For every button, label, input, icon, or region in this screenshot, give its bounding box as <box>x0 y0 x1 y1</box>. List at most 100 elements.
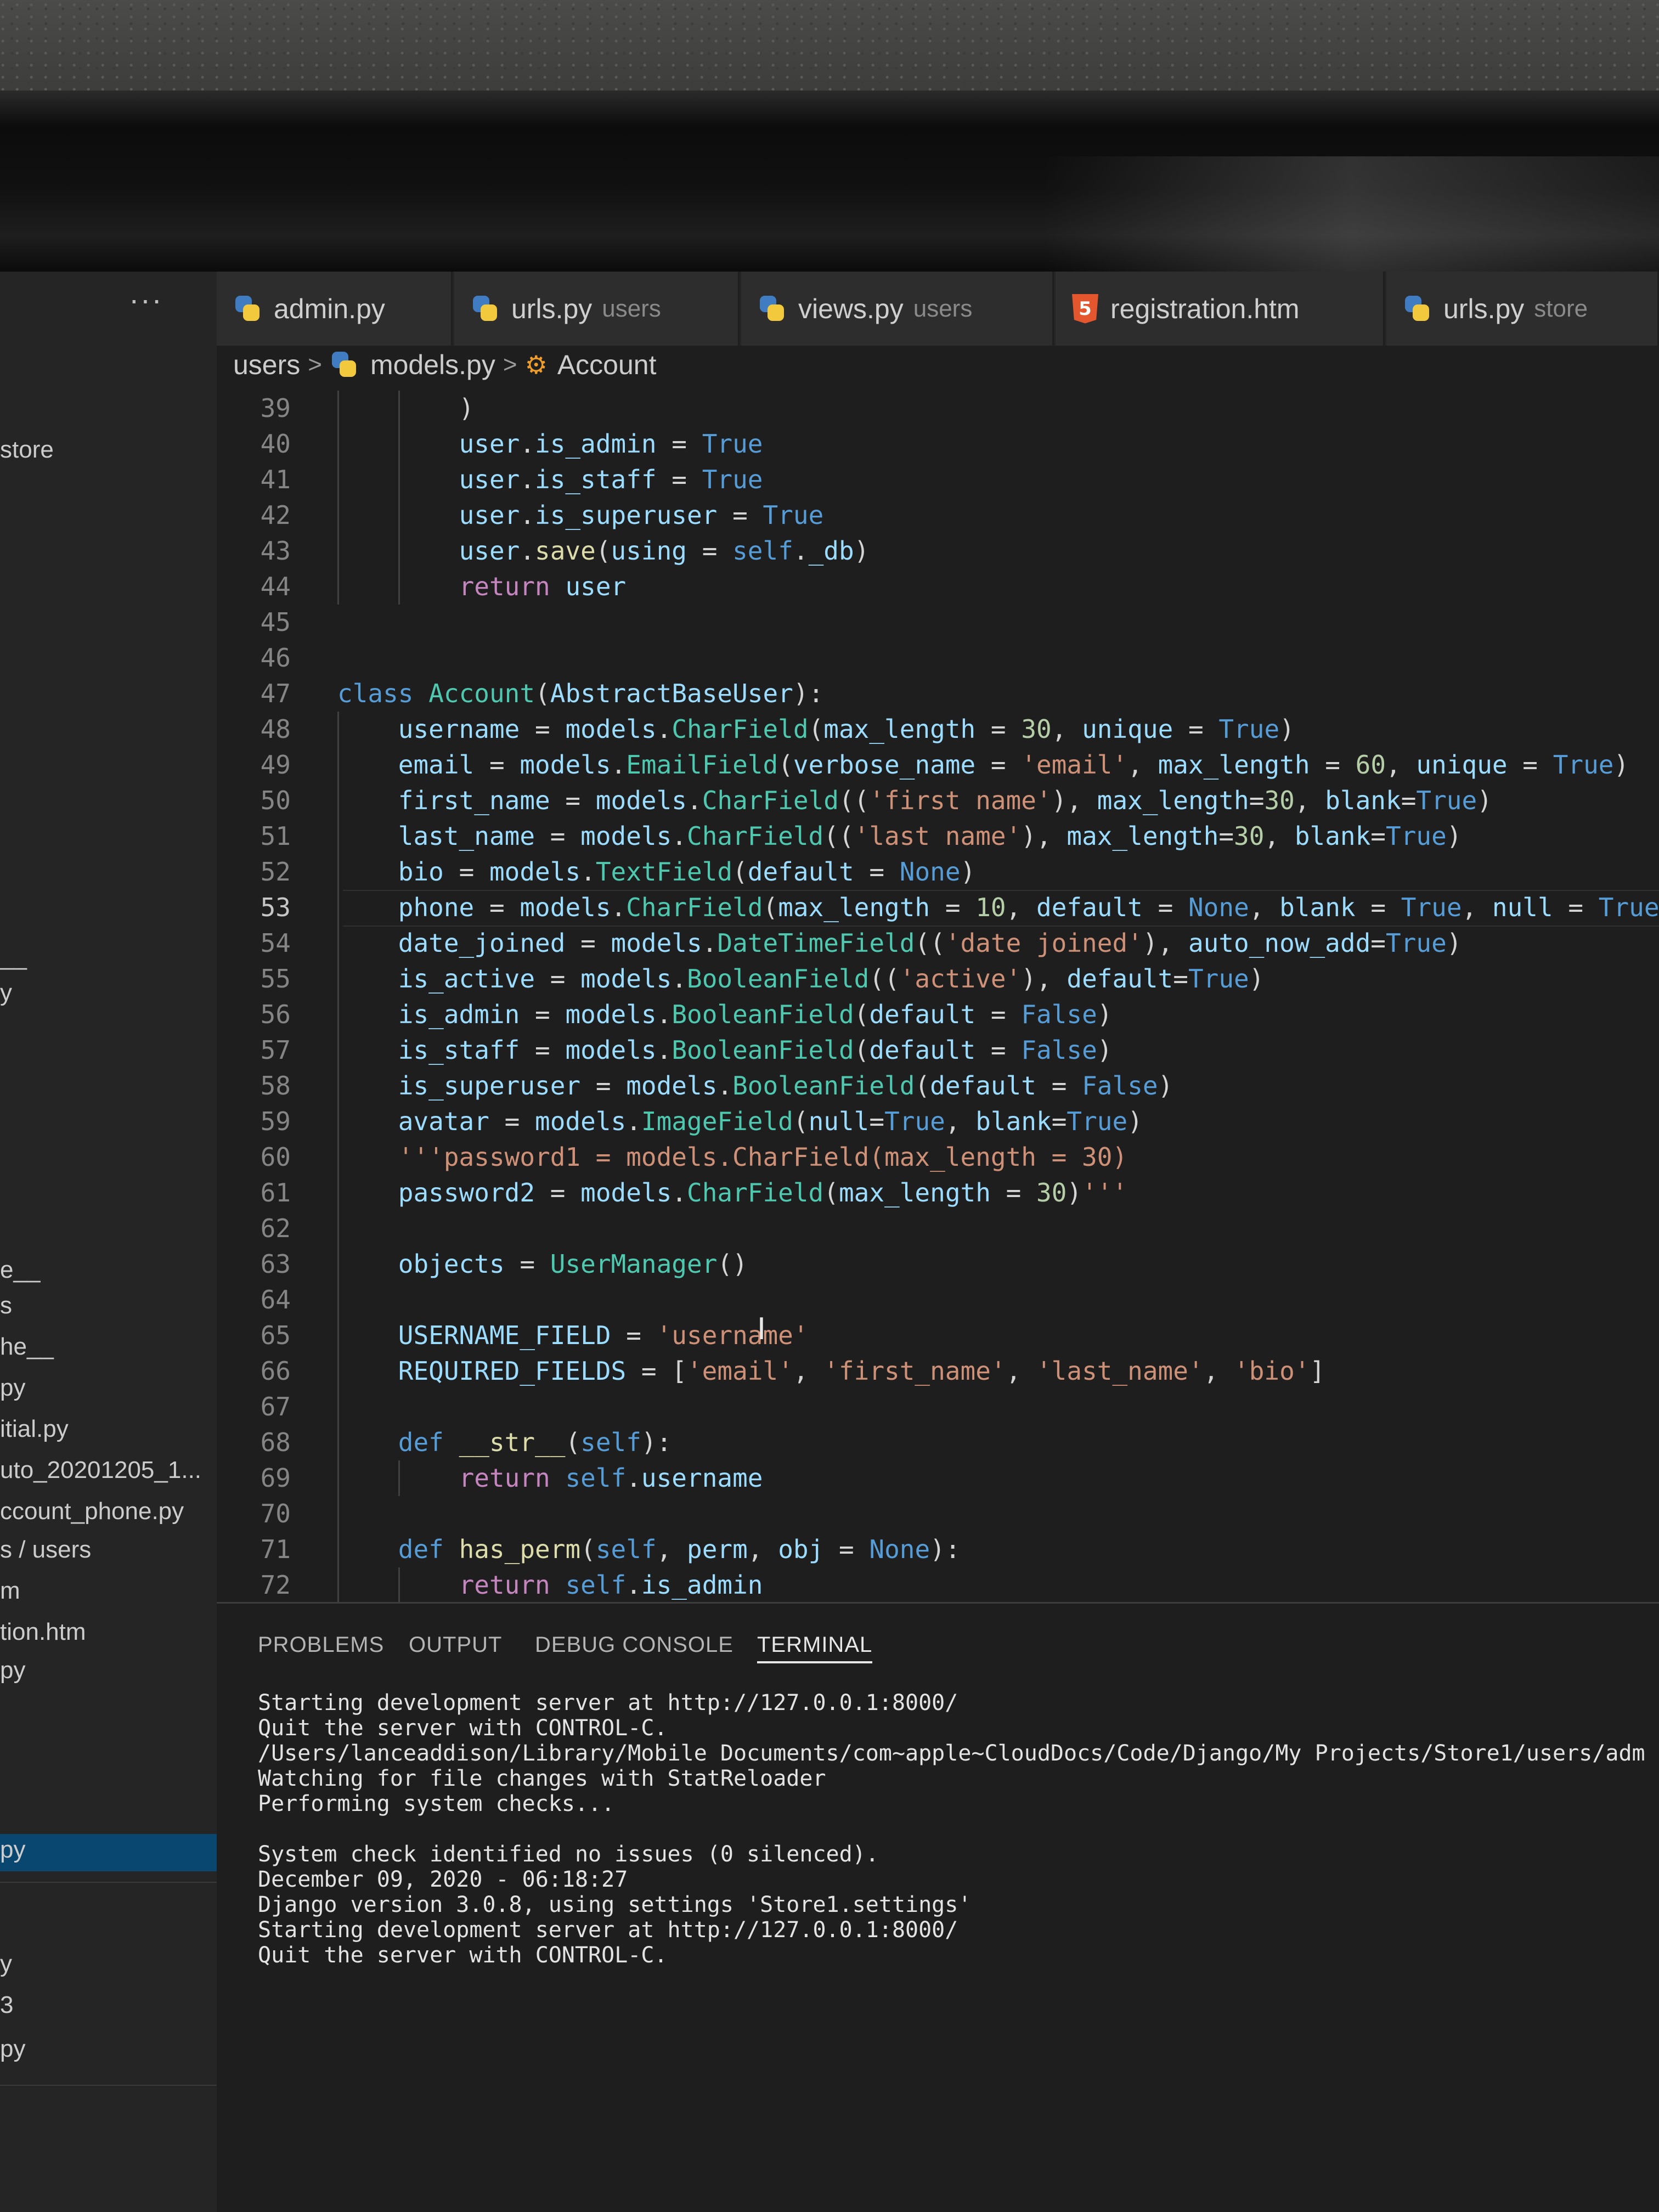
code-line[interactable]: return self.is_admin <box>337 1567 763 1603</box>
breadcrumb: users > models.py > ⚙ Account <box>217 346 1659 384</box>
selected-explorer-item[interactable] <box>0 1834 217 1871</box>
tab-label: admin.py <box>274 293 385 324</box>
line-number: 46 <box>260 643 291 673</box>
code-line[interactable]: class Account(AbstractBaseUser): <box>337 676 823 712</box>
code-line[interactable]: return self.username <box>337 1460 763 1496</box>
code-line[interactable]: user.is_staff = True <box>337 462 763 498</box>
explorer-item[interactable]: y <box>0 979 12 1007</box>
code-line[interactable]: date_joined = models.DateTimeField(('dat… <box>337 926 1462 961</box>
code-line[interactable]: phone = models.CharField(max_length = 10… <box>337 890 1659 926</box>
code-line[interactable]: bio = models.TextField(default = None) <box>337 854 975 890</box>
sidebar-divider <box>0 2085 217 2086</box>
tab-description: users <box>913 295 973 322</box>
code-line[interactable]: password2 = models.CharField(max_length … <box>337 1175 1127 1211</box>
class-symbol-icon: ⚙ <box>524 350 548 380</box>
tab-output[interactable]: OUTPUT <box>409 1628 502 1661</box>
explorer-item[interactable]: 3 <box>0 1991 13 2019</box>
line-number: 71 <box>260 1534 291 1564</box>
code-line[interactable]: is_admin = models.BooleanField(default =… <box>337 997 1113 1032</box>
line-number: 47 <box>260 679 291 708</box>
line-number: 59 <box>260 1107 291 1136</box>
code-line[interactable]: return user <box>337 569 627 605</box>
line-number: 43 <box>260 536 291 566</box>
code-line[interactable]: email = models.EmailField(verbose_name =… <box>337 747 1629 783</box>
line-number: 41 <box>260 465 291 494</box>
breadcrumb-folder[interactable]: users <box>233 349 300 381</box>
code-line[interactable]: def has_perm(self, perm, obj = None): <box>337 1532 961 1567</box>
code-line[interactable]: def __str__(self): <box>337 1425 672 1460</box>
code-line[interactable]: first_name = models.CharField(('first na… <box>337 783 1492 819</box>
explorer-item[interactable]: itial.py <box>0 1415 69 1443</box>
explorer-item[interactable]: he__ <box>0 1333 54 1361</box>
tab-terminal[interactable]: TERMINAL <box>757 1628 873 1663</box>
explorer-item[interactable]: m <box>0 1577 20 1605</box>
explorer-item-selected[interactable]: py <box>0 1836 25 1864</box>
indent-guide <box>337 391 339 605</box>
terminal-line: Quit the server with CONTROL-C. <box>258 1716 668 1741</box>
explorer-item[interactable]: py <box>0 1657 25 1684</box>
tab-registration-htm[interactable]: 5 registration.htm <box>1056 272 1385 346</box>
line-number: 57 <box>260 1035 291 1065</box>
explorer-item[interactable]: s / users <box>0 1536 91 1564</box>
breadcrumb-file[interactable]: models.py <box>370 349 495 381</box>
line-number: 51 <box>260 821 291 851</box>
explorer-item[interactable]: py <box>0 1374 25 1402</box>
tab-label: registration.htm <box>1110 293 1300 324</box>
explorer-sidebar: ··· store __ y e__ s he__ py itial.py ut… <box>0 272 217 2212</box>
explorer-item[interactable]: uto_20201205_1... <box>0 1457 201 1484</box>
mouse-ibeam-cursor-icon: I <box>757 1312 766 1346</box>
tab-views-py-users[interactable]: views.py users <box>741 272 1054 346</box>
code-line[interactable]: USERNAME_FIELD = 'username' <box>337 1318 809 1353</box>
python-icon <box>471 295 499 323</box>
html5-icon: 5 <box>1072 294 1098 324</box>
explorer-item[interactable]: store <box>0 436 54 464</box>
code-line[interactable]: user.is_superuser = True <box>337 498 824 533</box>
explorer-item[interactable]: __ <box>0 944 27 971</box>
line-number: 56 <box>260 1000 291 1029</box>
code-line[interactable]: REQUIRED_FIELDS = ['email', 'first_name'… <box>337 1353 1325 1389</box>
code-line[interactable]: ) <box>337 391 475 426</box>
line-number: 72 <box>260 1570 291 1600</box>
tab-label: urls.py <box>511 293 592 324</box>
terminal-line: Quit the server with CONTROL-C. <box>258 1943 668 1968</box>
tab-urls-py-users[interactable]: urls.py users <box>454 272 740 346</box>
explorer-item[interactable]: py <box>0 2035 25 2063</box>
tab-urls-py-store[interactable]: urls.py store <box>1386 272 1659 346</box>
tab-debug-console[interactable]: DEBUG CONSOLE <box>535 1628 733 1661</box>
code-editor[interactable]: 39 ) 40 user.is_admin = True 41 user.is_st… <box>217 384 1659 1778</box>
line-number: 65 <box>260 1321 291 1350</box>
line-number: 45 <box>260 607 291 637</box>
code-line[interactable]: is_superuser = models.BooleanField(defau… <box>337 1068 1173 1104</box>
tab-problems[interactable]: PROBLEMS <box>258 1628 384 1661</box>
code-line[interactable]: is_staff = models.BooleanField(default =… <box>337 1032 1113 1068</box>
more-actions-icon[interactable]: ··· <box>129 281 163 317</box>
line-number: 48 <box>260 714 291 744</box>
explorer-item[interactable]: s <box>0 1292 12 1319</box>
indent-guide <box>337 712 339 1710</box>
code-line[interactable]: is_active = models.BooleanField(('active… <box>337 961 1265 997</box>
code-line[interactable]: last_name = models.CharField(('last name… <box>337 819 1462 854</box>
python-icon <box>1403 295 1431 323</box>
line-number: 39 <box>260 393 291 423</box>
code-line[interactable]: '''password1 = models.CharField(max_leng… <box>337 1139 1127 1175</box>
breadcrumb-symbol[interactable]: Account <box>557 349 657 381</box>
code-line[interactable]: objects = UserManager() <box>337 1246 748 1282</box>
tab-admin-py[interactable]: admin.py <box>217 272 453 346</box>
terminal-line: Starting development server at http://12… <box>258 1917 958 1943</box>
explorer-item[interactable]: e__ <box>0 1256 40 1284</box>
code-line[interactable]: avatar = models.ImageField(null=True, bl… <box>337 1104 1143 1139</box>
line-number: 70 <box>260 1499 291 1528</box>
explorer-item[interactable]: y <box>0 1950 12 1978</box>
line-number: 60 <box>260 1142 291 1172</box>
terminal-line: Watching for file changes with StatReloa… <box>258 1766 826 1791</box>
explorer-item[interactable]: ccount_phone.py <box>0 1498 184 1525</box>
chevron-right-icon: > <box>308 351 322 378</box>
code-line[interactable]: username = models.CharField(max_length =… <box>337 712 1295 747</box>
code-line[interactable]: user.is_admin = True <box>337 426 763 462</box>
line-number: 64 <box>260 1285 291 1314</box>
tab-label: urls.py <box>1443 293 1525 324</box>
indent-guide <box>398 391 400 605</box>
code-line[interactable]: user.save(using = self._db) <box>337 533 870 569</box>
line-number: 61 <box>260 1178 291 1207</box>
explorer-item[interactable]: tion.htm <box>0 1618 86 1646</box>
